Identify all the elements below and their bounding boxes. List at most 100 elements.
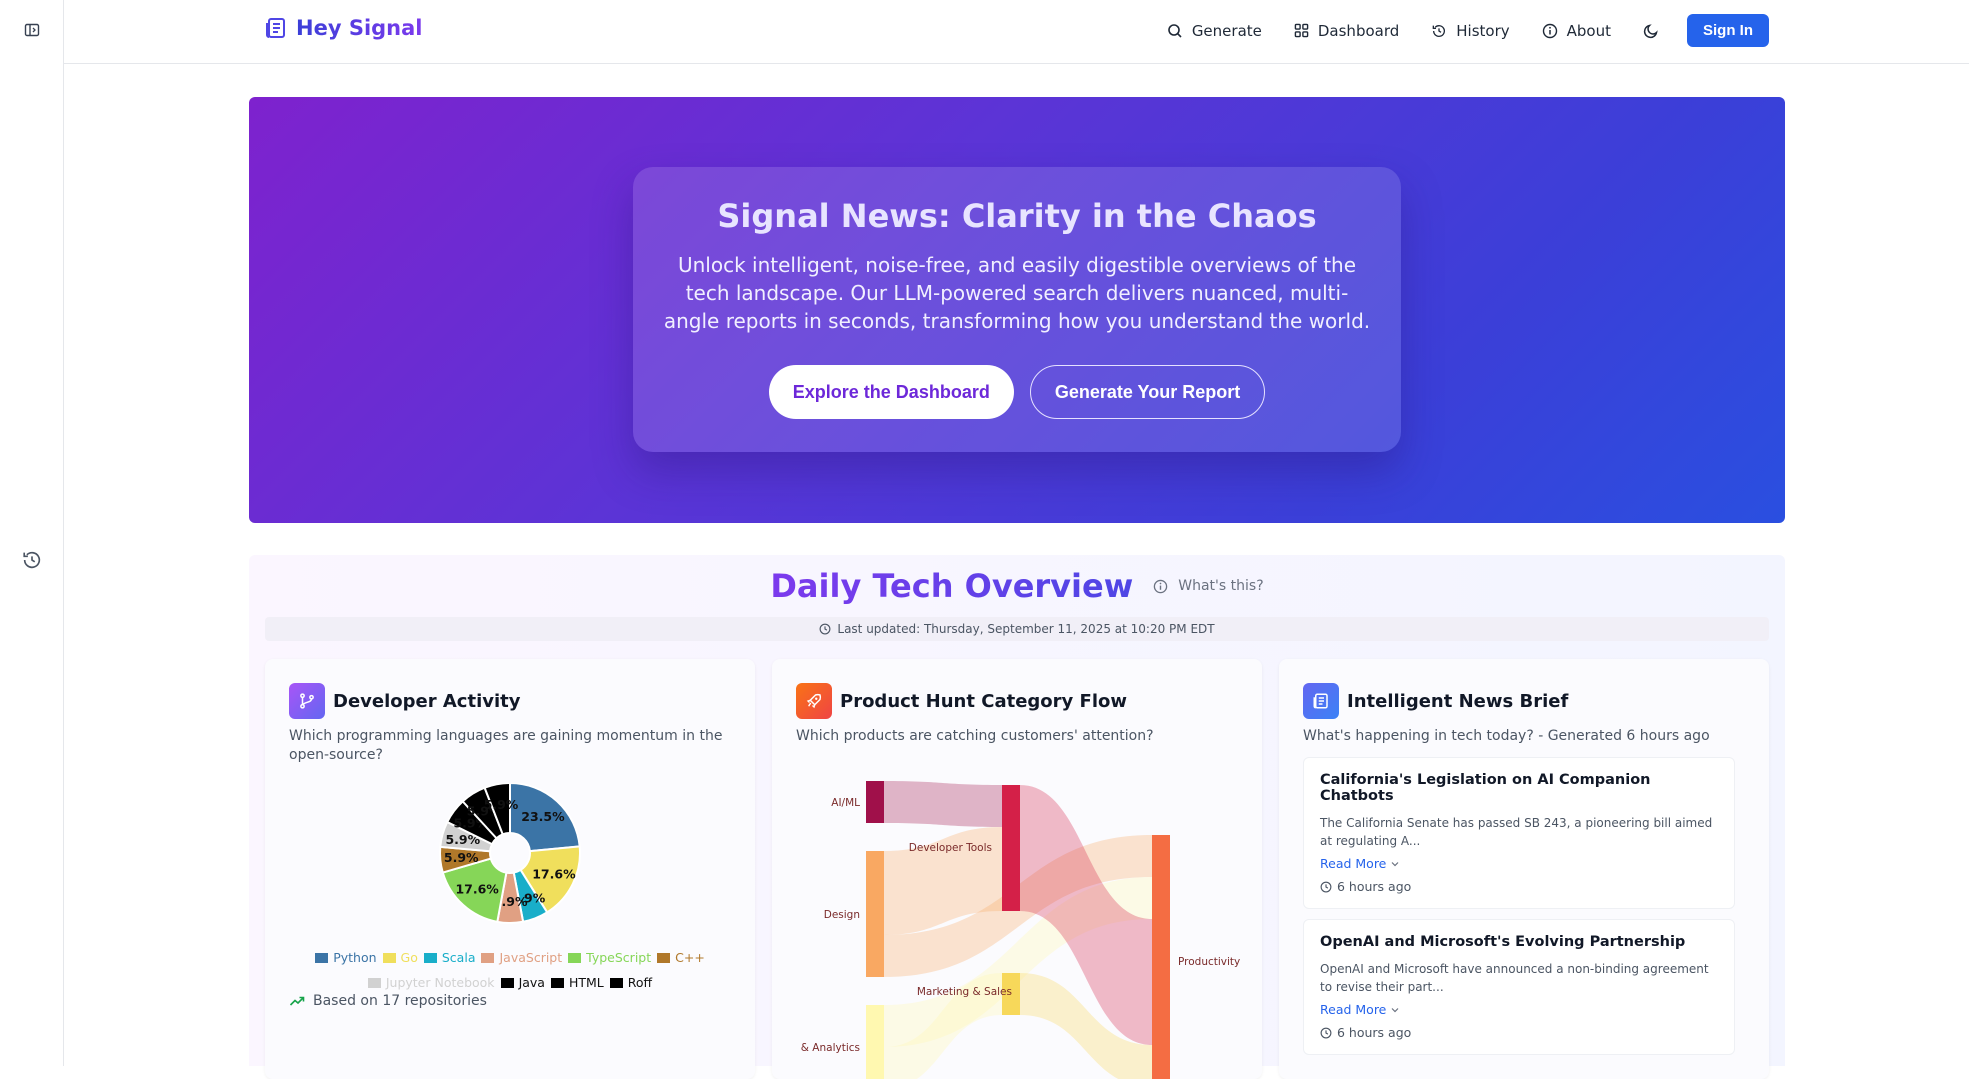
news-item-time-text: 6 hours ago bbox=[1337, 879, 1412, 894]
legend-swatch bbox=[315, 953, 329, 963]
legend-item-go[interactable]: Go bbox=[382, 946, 418, 970]
explore-dashboard-button[interactable]: Explore the Dashboard bbox=[768, 365, 1014, 419]
whats-this-link[interactable]: What's this? bbox=[1153, 578, 1264, 594]
legend-swatch bbox=[657, 953, 671, 963]
newspaper-icon bbox=[266, 18, 285, 38]
legend-swatch bbox=[367, 978, 381, 988]
nav-history[interactable]: History bbox=[1431, 21, 1510, 40]
legend-item-jupyter-notebook[interactable]: Jupyter Notebook bbox=[367, 971, 495, 995]
legend-label: TypeScript bbox=[586, 950, 652, 965]
legend-item-python[interactable]: Python bbox=[315, 946, 377, 970]
nav-generate[interactable]: Generate bbox=[1167, 22, 1262, 40]
legend-item-javascript[interactable]: JavaScript bbox=[481, 946, 562, 970]
legend-swatch bbox=[500, 978, 514, 988]
sankey-node-label: Design bbox=[824, 909, 860, 921]
pie-data-label: 17.6% bbox=[532, 867, 576, 882]
legend-swatch bbox=[423, 953, 437, 963]
clock-icon bbox=[819, 623, 831, 635]
legend-item-scala[interactable]: Scala bbox=[423, 946, 475, 970]
legend-item-c-[interactable]: C++ bbox=[657, 946, 705, 970]
clock-icon bbox=[1320, 881, 1332, 892]
trending-up-icon bbox=[289, 996, 305, 1006]
news-brief-subtitle: What's happening in tech today? - Genera… bbox=[1303, 728, 1710, 744]
legend-swatch bbox=[481, 953, 495, 963]
legend-label: Go bbox=[400, 950, 418, 965]
legend-label: Java bbox=[518, 975, 545, 990]
pie-legend: Python Go Scala JavaScript TypeScript C++ Jupy… bbox=[265, 946, 755, 996]
sankey-node-label: AI/ML bbox=[831, 797, 860, 809]
legend-item-typescript[interactable]: TypeScript bbox=[568, 946, 651, 970]
overview-title: Daily Tech Overview bbox=[770, 567, 1134, 605]
legend-label: Python bbox=[333, 950, 377, 965]
nav-dashboard[interactable]: Dashboard bbox=[1294, 22, 1399, 40]
legend-swatch bbox=[609, 978, 623, 988]
hero-subtitle: Unlock intelligent, noise-free, and easi… bbox=[663, 253, 1371, 333]
news-item[interactable]: California's Legislation on AI Companion… bbox=[1303, 757, 1735, 909]
chevron-down-icon bbox=[1391, 1007, 1399, 1012]
news-brief-card: Intelligent News Brief What's happening … bbox=[1279, 659, 1769, 1079]
sankey-node-ai-ml[interactable] bbox=[866, 781, 884, 823]
pie-data-label: 5.9% bbox=[444, 850, 479, 865]
legend-item-html[interactable]: HTML bbox=[550, 971, 604, 995]
rocket-icon bbox=[796, 683, 832, 719]
history-icon bbox=[1432, 24, 1446, 37]
dashboard-grid-icon bbox=[1294, 23, 1309, 38]
sankey-node-productivity[interactable] bbox=[1152, 835, 1170, 1079]
news-brief-title: Intelligent News Brief bbox=[1347, 690, 1569, 712]
developer-activity-title: Developer Activity bbox=[333, 690, 521, 712]
legend-label: HTML bbox=[568, 975, 604, 990]
developer-activity-subtitle: Which programming languages are gaining … bbox=[289, 728, 723, 763]
left-rail bbox=[0, 0, 64, 1066]
legend-item-java[interactable]: Java bbox=[500, 971, 545, 995]
nav-generate-label: Generate bbox=[1191, 21, 1262, 40]
sankey-node-label: Productivity bbox=[1178, 956, 1240, 968]
nav-about-label: About bbox=[1566, 21, 1611, 40]
newspaper-icon bbox=[1303, 683, 1339, 719]
clock-icon bbox=[1320, 1027, 1332, 1038]
hero-banner: Signal News: Clarity in the Chaos Unlock… bbox=[249, 97, 1785, 523]
theme-toggle[interactable] bbox=[1643, 23, 1659, 39]
language-pie-chart: 23.5%17.6%5.9%5.9%17.6%5.9%5.9%5.9%5.9%5… bbox=[439, 783, 581, 924]
brand-logo[interactable]: Hey Signal bbox=[264, 16, 423, 40]
sankey-node-label: Developer Tools bbox=[909, 842, 992, 854]
news-item-time-text: 6 hours ago bbox=[1337, 1025, 1412, 1040]
sidebar-toggle-icon[interactable] bbox=[20, 18, 44, 42]
moon-icon bbox=[1643, 23, 1658, 38]
history-icon[interactable] bbox=[20, 548, 44, 572]
hero-title: Signal News: Clarity in the Chaos bbox=[717, 197, 1317, 235]
sankey-node-label: & Analytics bbox=[801, 1042, 860, 1054]
developer-activity-card: Developer Activity Which programming lan… bbox=[265, 659, 755, 1079]
generate-report-button[interactable]: Generate Your Report bbox=[1029, 365, 1266, 419]
hero-card: Signal News: Clarity in the Chaos Unlock… bbox=[633, 167, 1401, 452]
news-item-time: 6 hours ago bbox=[1320, 879, 1718, 894]
sign-in-button[interactable]: Sign In bbox=[1687, 14, 1769, 47]
nav-about[interactable]: About bbox=[1542, 22, 1611, 40]
legend-label: Roff bbox=[627, 975, 653, 990]
pie-data-label: 17.6% bbox=[455, 881, 499, 896]
product-hunt-title: Product Hunt Category Flow bbox=[840, 690, 1127, 712]
legend-swatch bbox=[550, 978, 564, 988]
read-more-link[interactable]: Read More bbox=[1320, 1002, 1718, 1017]
last-updated-bar: Last updated: Thursday, September 11, 20… bbox=[265, 617, 1769, 641]
chevron-down-icon bbox=[1391, 861, 1399, 866]
last-updated-text: Last updated: Thursday, September 11, 20… bbox=[837, 622, 1215, 636]
read-more-link[interactable]: Read More bbox=[1320, 856, 1718, 871]
legend-item-roff[interactable]: Roff bbox=[609, 971, 653, 995]
sankey-node-developer-tools[interactable] bbox=[1002, 785, 1020, 911]
news-item-body: OpenAI and Microsoft have announced a no… bbox=[1320, 962, 1709, 994]
search-icon bbox=[1168, 23, 1182, 38]
git-branch-icon bbox=[289, 683, 325, 719]
product-hunt-card: Product Hunt Category Flow Which product… bbox=[772, 659, 1262, 1079]
news-item-time: 6 hours ago bbox=[1320, 1025, 1718, 1040]
sankey-node-design[interactable] bbox=[866, 851, 884, 977]
product-hunt-subtitle: Which products are catching customers' a… bbox=[796, 728, 1154, 744]
daily-tech-overview: Daily Tech Overview What's this? Last up… bbox=[249, 555, 1785, 1079]
category-sankey-chart: AI/ML Design & Analytics Developer Tools Mar… bbox=[801, 781, 1240, 1079]
sankey-link[interactable] bbox=[884, 781, 1002, 827]
main-nav: Generate Dashboard History About Sign In bbox=[1167, 14, 1769, 47]
sankey-node--analytics[interactable] bbox=[866, 1005, 884, 1079]
nav-history-label: History bbox=[1456, 21, 1510, 40]
news-item[interactable]: OpenAI and Microsoft's Evolving Partners… bbox=[1303, 919, 1735, 1055]
sankey-node-label: Marketing & Sales bbox=[917, 986, 1012, 998]
based-on-note: Based on 17 repositories bbox=[289, 993, 487, 1009]
